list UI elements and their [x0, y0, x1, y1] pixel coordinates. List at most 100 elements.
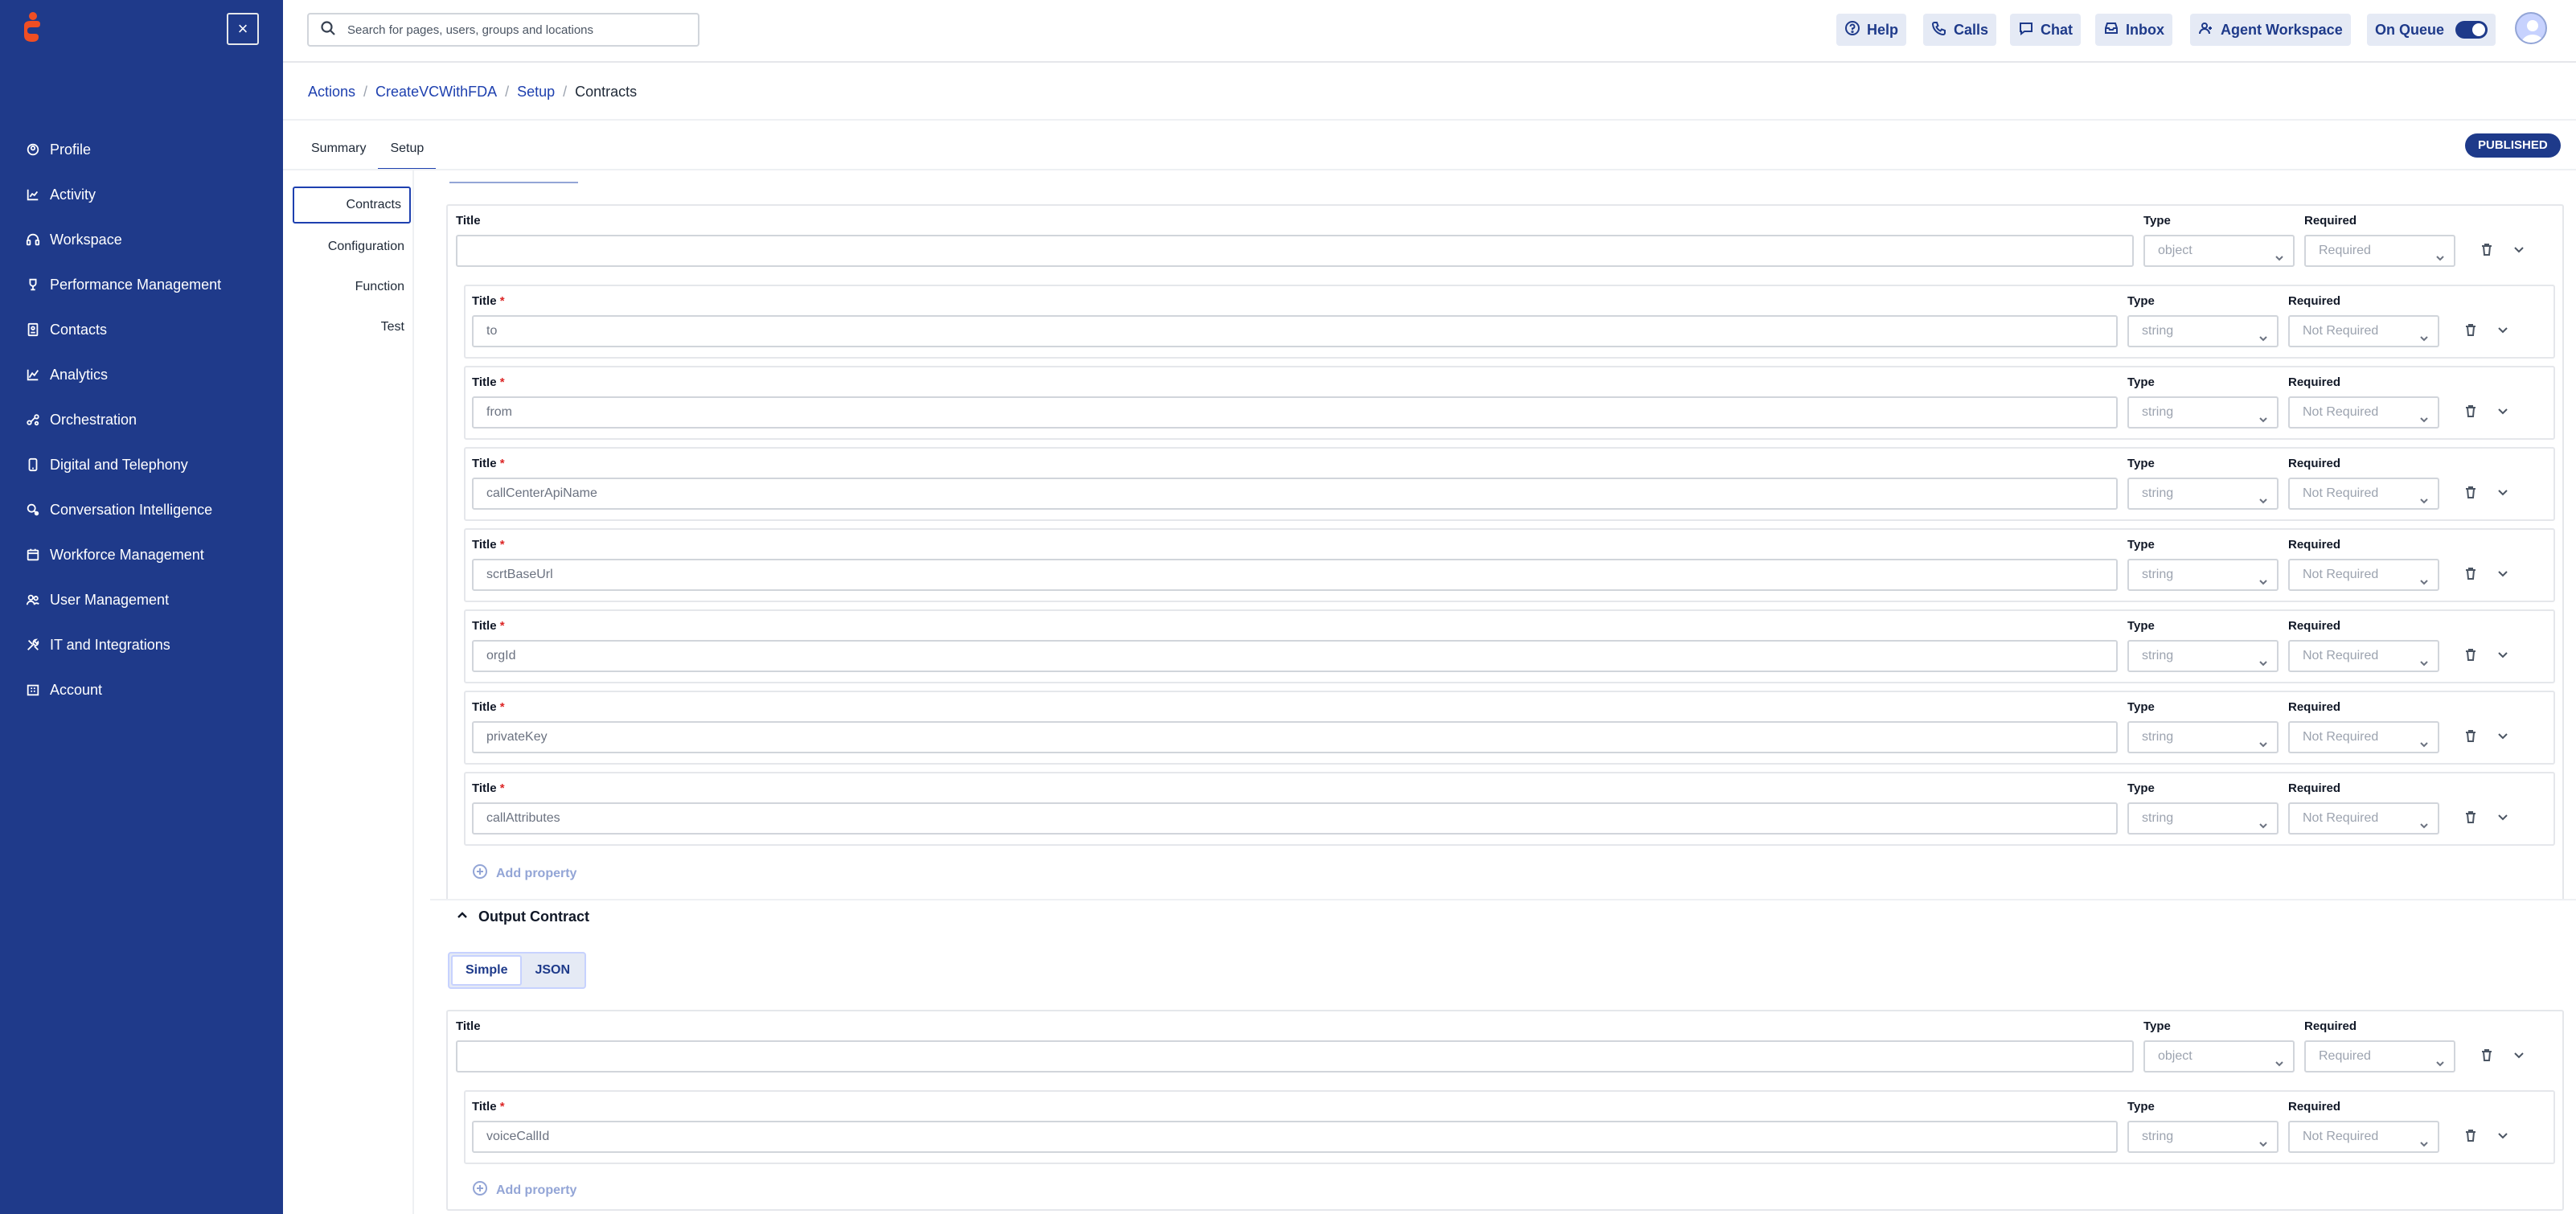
breadcrumb-actions[interactable]: Actions	[308, 84, 355, 100]
tab-summary[interactable]: Summary	[299, 138, 378, 170]
title-input[interactable]: to	[472, 315, 2118, 347]
type-select[interactable]: string	[2127, 396, 2279, 429]
trash-icon	[2463, 728, 2479, 748]
chat-button[interactable]: Chat	[2010, 14, 2081, 46]
type-select[interactable]: string	[2127, 640, 2279, 672]
on-queue-toggle[interactable]	[2455, 21, 2488, 39]
breadcrumb-setup[interactable]: Setup	[517, 84, 555, 100]
title-label: Title	[456, 1019, 481, 1033]
delete-property-button[interactable]	[2461, 322, 2480, 341]
required-select[interactable]: Not Required	[2288, 1121, 2439, 1153]
sidebar-item-activity[interactable]: Activity	[0, 172, 283, 217]
expand-property-button[interactable]	[2509, 1047, 2529, 1066]
search-input[interactable]	[347, 23, 685, 37]
tab-setup[interactable]: Setup	[378, 138, 437, 170]
title-input[interactable]: callAttributes	[472, 802, 2118, 835]
subnav-configuration[interactable]: Configuration	[328, 240, 404, 254]
expand-property-button[interactable]	[2493, 646, 2512, 666]
required-label: Required	[2288, 294, 2341, 308]
expand-property-button[interactable]	[2493, 565, 2512, 584]
breadcrumb-createvcwithfda[interactable]: CreateVCWithFDA	[375, 84, 497, 100]
type-value: string	[2142, 324, 2174, 338]
calls-button[interactable]: Calls	[1923, 14, 1997, 46]
type-select[interactable]: object	[2143, 235, 2295, 267]
type-select[interactable]: string	[2127, 478, 2279, 510]
output-contract-toggle[interactable]: Output Contract	[456, 908, 589, 925]
expand-property-button[interactable]	[2493, 322, 2512, 341]
sidebar-item-it-and-integrations[interactable]: IT and Integrations	[0, 622, 283, 667]
delete-property-button[interactable]	[2461, 728, 2480, 747]
sidebar-item-account[interactable]: Account	[0, 667, 283, 712]
title-input[interactable]: privateKey	[472, 721, 2118, 753]
required-select[interactable]: Not Required	[2288, 315, 2439, 347]
type-label: Type	[2143, 214, 2171, 228]
expand-property-button[interactable]	[2493, 484, 2512, 503]
sidebar-item-workforce-management[interactable]: Workforce Management	[0, 532, 283, 577]
help-icon	[1844, 20, 1867, 40]
sidebar-item-workspace[interactable]: Workspace	[0, 217, 283, 262]
required-select[interactable]: Not Required	[2288, 802, 2439, 835]
sidebar-item-contacts[interactable]: Contacts	[0, 307, 283, 352]
type-select[interactable]: string	[2127, 721, 2279, 753]
required-value: Not Required	[2303, 811, 2379, 825]
title-input[interactable]: orgId	[472, 640, 2118, 672]
sidebar-item-conversation-intelligence[interactable]: Conversation Intelligence	[0, 487, 283, 532]
search-box[interactable]	[307, 13, 699, 47]
type-value: object	[2158, 1049, 2192, 1063]
add-property-button[interactable]: Add property	[472, 863, 576, 884]
type-select[interactable]: string	[2127, 1121, 2279, 1153]
title-input[interactable]	[456, 235, 2134, 267]
inbox-button[interactable]: Inbox	[2095, 14, 2172, 46]
mode-json-button[interactable]: JSON	[522, 955, 583, 986]
title-input[interactable]: from	[472, 396, 2118, 429]
trash-icon	[2463, 646, 2479, 666]
required-select[interactable]: Not Required	[2288, 396, 2439, 429]
avatar[interactable]	[2515, 12, 2547, 44]
sidebar-item-digital-and-telephony[interactable]: Digital and Telephony	[0, 442, 283, 487]
subnav-test[interactable]: Test	[381, 320, 404, 334]
expand-property-button[interactable]	[2493, 809, 2512, 828]
help-button[interactable]: Help	[1836, 14, 1907, 46]
type-select[interactable]: string	[2127, 559, 2279, 591]
type-select[interactable]: string	[2127, 802, 2279, 835]
sidebar-item-profile[interactable]: Profile	[0, 127, 283, 172]
delete-property-button[interactable]	[2477, 1047, 2496, 1066]
sidebar-item-orchestration[interactable]: Orchestration	[0, 397, 283, 442]
add-property-button[interactable]: Add property	[472, 1180, 576, 1200]
title-input[interactable]	[456, 1040, 2134, 1073]
required-value: Not Required	[2303, 568, 2379, 581]
sidebar-item-performance-management[interactable]: Performance Management	[0, 262, 283, 307]
expand-property-button[interactable]	[2509, 241, 2529, 260]
type-select[interactable]: string	[2127, 315, 2279, 347]
delete-property-button[interactable]	[2461, 565, 2480, 584]
required-select[interactable]: Not Required	[2288, 478, 2439, 510]
genesys-logo[interactable]	[18, 11, 45, 43]
delete-property-button[interactable]	[2461, 809, 2480, 828]
agent-workspace-button[interactable]: Agent Workspace	[2190, 14, 2351, 46]
type-select[interactable]: object	[2143, 1040, 2295, 1073]
delete-property-button[interactable]	[2461, 1127, 2480, 1146]
orchestration-icon	[24, 411, 42, 429]
subnav-contracts[interactable]: Contracts	[293, 187, 411, 224]
delete-property-button[interactable]	[2461, 646, 2480, 666]
delete-property-button[interactable]	[2461, 403, 2480, 422]
close-sidebar-button[interactable]: ×	[227, 13, 259, 45]
title-input[interactable]: scrtBaseUrl	[472, 559, 2118, 591]
delete-property-button[interactable]	[2461, 484, 2480, 503]
title-input[interactable]: callCenterApiName	[472, 478, 2118, 510]
delete-property-button[interactable]	[2477, 241, 2496, 260]
property-row: Title * Type Required from string Not Re…	[464, 366, 2555, 440]
subnav-function[interactable]: Function	[355, 280, 404, 294]
sidebar-item-analytics[interactable]: Analytics	[0, 352, 283, 397]
mode-simple-button[interactable]: Simple	[451, 955, 523, 986]
required-select[interactable]: Not Required	[2288, 721, 2439, 753]
required-select[interactable]: Not Required	[2288, 640, 2439, 672]
required-select[interactable]: Required	[2304, 235, 2455, 267]
title-input[interactable]: voiceCallId	[472, 1121, 2118, 1153]
expand-property-button[interactable]	[2493, 728, 2512, 747]
required-select[interactable]: Required	[2304, 1040, 2455, 1073]
expand-property-button[interactable]	[2493, 403, 2512, 422]
expand-property-button[interactable]	[2493, 1127, 2512, 1146]
sidebar-item-user-management[interactable]: User Management	[0, 577, 283, 622]
required-select[interactable]: Not Required	[2288, 559, 2439, 591]
